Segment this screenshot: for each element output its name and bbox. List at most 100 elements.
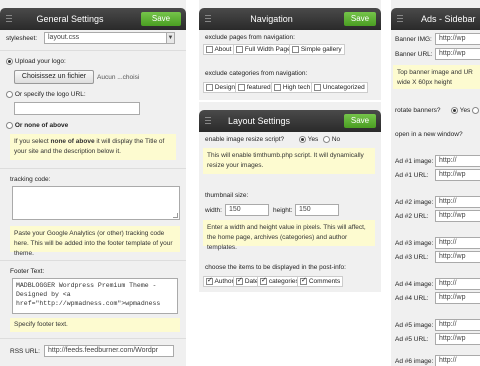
none-note: If you select none of above it will disp… <box>10 134 176 160</box>
none-option[interactable]: Or none of above <box>6 122 68 129</box>
ad-url-label: Ad #5 URL: <box>395 336 429 343</box>
none-label: Or none of above <box>14 122 69 130</box>
checkbox[interactable] <box>300 276 307 285</box>
checkbox[interactable] <box>206 45 213 53</box>
divider <box>0 338 186 339</box>
panel-title: Ads - Sidebar <box>421 14 476 24</box>
resize-handle-icon[interactable] <box>173 213 178 218</box>
checkbox[interactable] <box>206 276 213 285</box>
page-simple-gallery[interactable]: Simple gallery <box>289 44 345 55</box>
choose-file-button[interactable]: Choisissez un fichier <box>14 70 94 84</box>
resize-no-option[interactable]: No <box>323 136 340 143</box>
footer-text-textarea[interactable]: MADBLOGGER Wordpress Premium Theme - Des… <box>12 278 178 314</box>
navigation-header: Navigation Save <box>199 8 381 30</box>
radio[interactable] <box>451 107 458 114</box>
checkbox[interactable] <box>206 83 213 91</box>
banner-img-label: Banner IMG: <box>395 36 432 43</box>
postinfo-author[interactable]: Author <box>203 276 237 287</box>
footer-text-label: Footer Text: <box>10 268 45 275</box>
height-label: height: <box>273 207 293 214</box>
tracking-code-label: tracking code: <box>10 176 51 183</box>
radio[interactable] <box>472 107 480 114</box>
checkbox[interactable] <box>236 45 243 53</box>
divider <box>0 168 186 169</box>
footer-text-value: MADBLOGGER Wordpress Premium Theme - Des… <box>16 282 161 307</box>
upload-logo-option[interactable]: Upload your logo: <box>6 58 66 65</box>
postinfo-label: categories <box>268 278 299 285</box>
category-design[interactable]: Design <box>203 82 239 93</box>
none-radio[interactable] <box>6 122 13 129</box>
checkbox[interactable] <box>292 45 299 53</box>
chevron-down-icon: ▼ <box>166 33 174 43</box>
postinfo-categories[interactable]: categories <box>257 276 302 287</box>
resize-yes-option[interactable]: Yes <box>299 136 318 143</box>
save-button[interactable]: Save <box>344 12 376 26</box>
ad-image-label: Ad #5 image: <box>395 322 434 329</box>
ad-image-input[interactable]: http:// <box>435 319 480 331</box>
ad-url-input[interactable]: http://wp <box>435 333 480 345</box>
ad-url-input[interactable]: http://wp <box>435 169 480 181</box>
category-high-tech[interactable]: High tech <box>271 82 314 93</box>
logo-url-label: Or specify the logo URL: <box>14 91 86 99</box>
ad-image-input[interactable]: http:// <box>435 237 480 249</box>
thumbnail-note: Enter a width and height value in pixels… <box>203 220 375 251</box>
logo-url-radio[interactable] <box>6 91 13 98</box>
ad-url-label: Ad #2 URL: <box>395 213 429 220</box>
radio[interactable] <box>299 136 306 143</box>
banner-img-input[interactable]: http://wp <box>435 33 480 45</box>
width-input[interactable]: 150 <box>225 204 269 216</box>
radio[interactable] <box>323 136 330 143</box>
logo-url-input[interactable] <box>14 102 140 115</box>
checkbox[interactable] <box>260 276 267 285</box>
save-button[interactable]: Save <box>141 12 181 26</box>
drag-handle-icon[interactable] <box>397 15 403 23</box>
exclude-categories-label: exclude categories from navigation: <box>205 70 308 77</box>
page-full-width[interactable]: Full Width Page <box>233 44 294 55</box>
panel-title: General Settings <box>36 14 104 24</box>
panel-title: Layout Settings <box>227 116 291 126</box>
panel-title: Navigation <box>250 14 293 24</box>
post-info-label: choose the items to be displayed in the … <box>205 264 346 271</box>
checkbox[interactable] <box>238 83 245 91</box>
save-button[interactable]: Save <box>344 114 376 128</box>
exclude-pages-label: exclude pages from navigation: <box>205 34 295 41</box>
ad-image-label: Ad #4 image: <box>395 281 434 288</box>
tracking-code-textarea[interactable] <box>12 186 180 220</box>
stylesheet-label: stylesheet: <box>6 35 38 42</box>
category-uncategorized[interactable]: Uncategorized <box>311 82 368 93</box>
logo-url-option[interactable]: Or specify the logo URL: <box>6 91 86 98</box>
ad-url-input[interactable]: http://wp <box>435 210 480 222</box>
stylesheet-select[interactable]: layout.css ▼ <box>44 32 175 44</box>
ad-url-label: Ad #1 URL: <box>395 172 429 179</box>
ad-url-label: Ad #4 URL: <box>395 295 429 302</box>
layout-settings-panel: Layout Settings Save enable image resize… <box>199 102 381 292</box>
checkbox[interactable] <box>236 276 243 285</box>
checkbox[interactable] <box>274 83 281 91</box>
category-label: High tech <box>282 84 311 91</box>
height-input[interactable]: 150 <box>295 204 339 216</box>
rotate-yes-option[interactable]: Yes <box>451 107 480 115</box>
page-about[interactable]: About <box>203 44 235 55</box>
yes-label: Yes <box>459 107 471 115</box>
ad-image-label: Ad #6 image: <box>395 358 434 365</box>
stylesheet-value: layout.css <box>48 34 80 41</box>
divider <box>0 50 186 51</box>
ad-url-input[interactable]: http://wp <box>435 251 480 263</box>
ad-image-input[interactable]: http:// <box>435 196 480 208</box>
checkbox[interactable] <box>314 83 321 91</box>
ad-image-input[interactable]: http:// <box>435 155 480 167</box>
ad-url-input[interactable]: http://wp <box>435 292 480 304</box>
category-label: featured <box>246 84 271 91</box>
upload-logo-radio[interactable] <box>6 58 13 65</box>
category-featured[interactable]: featured <box>235 82 274 93</box>
tracking-note: Paste your Google Analytics (or other) t… <box>10 226 180 257</box>
ad-image-input[interactable]: http:// <box>435 278 480 290</box>
ad-image-input[interactable]: http:// <box>435 355 480 366</box>
banner-url-input[interactable]: http://wp <box>435 48 480 60</box>
divider <box>0 260 186 261</box>
ads-sidebar-panel: Ads - Sidebar Banner IMG: http://wp Bann… <box>391 0 480 366</box>
width-label: width: <box>205 207 222 214</box>
ad-image-label: Ad #2 image: <box>395 199 434 206</box>
rss-url-input[interactable]: http://feeds.feedburner.com/Wordpr <box>44 345 174 357</box>
postinfo-comments[interactable]: Comments <box>297 276 344 287</box>
